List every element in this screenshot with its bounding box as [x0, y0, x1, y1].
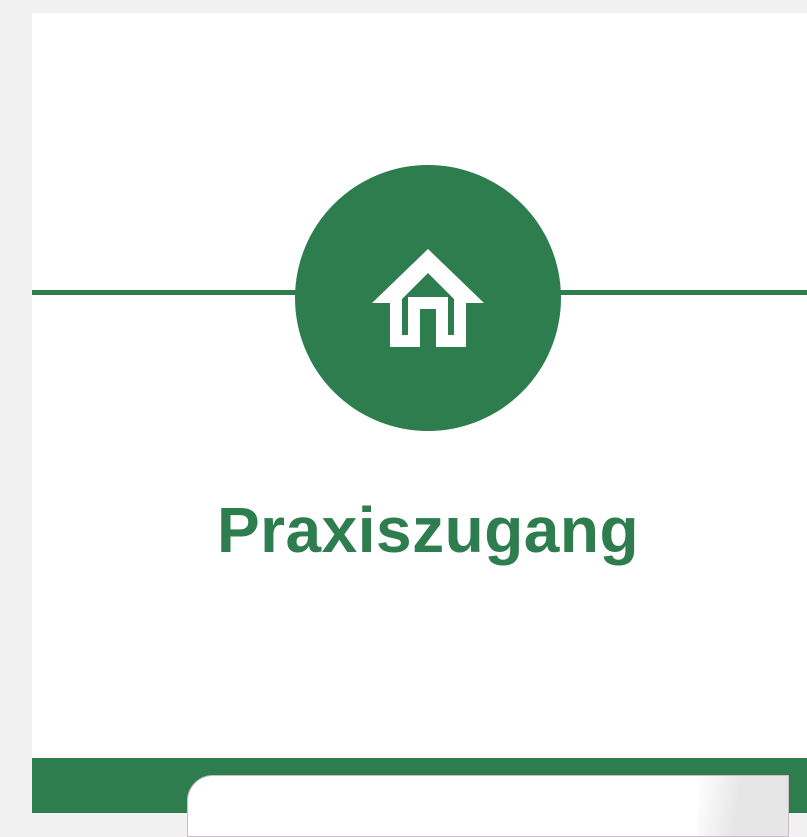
step-title: Praxiszugang [216, 494, 640, 566]
home-icon [372, 249, 484, 347]
page: Praxiszugang [0, 0, 807, 837]
panel-shade [698, 776, 788, 836]
step-circle[interactable] [295, 165, 561, 431]
content-panel [187, 775, 789, 837]
step-card: Praxiszugang [32, 13, 807, 813]
